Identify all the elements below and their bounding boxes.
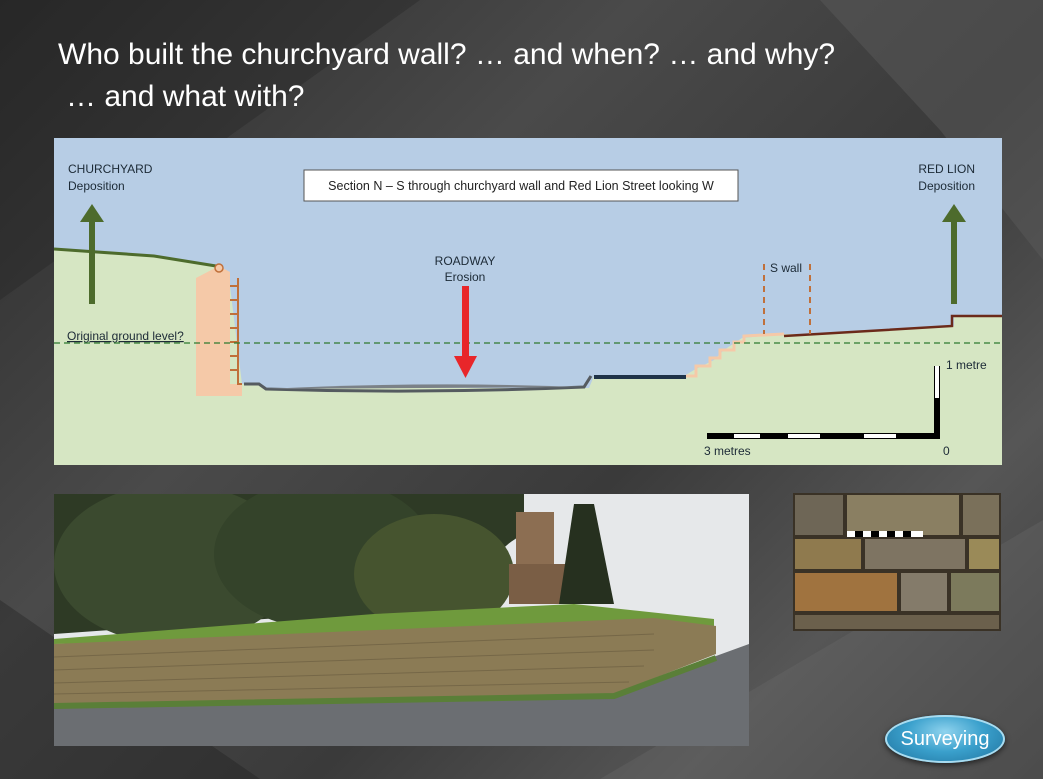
ground-level-label: Original ground level? xyxy=(67,329,184,343)
churchyard-sub: Deposition xyxy=(68,179,125,193)
scale-origin-label: 0 xyxy=(943,444,950,458)
slide-title: Who built the churchyard wall? … and whe… xyxy=(58,34,998,118)
caption-text: Section N – S through churchyard wall an… xyxy=(328,179,714,193)
scale-horizontal-label: 3 metres xyxy=(704,444,751,458)
redlion-label: RED LION xyxy=(918,162,975,176)
churchyard-label: CHURCHYARD xyxy=(68,162,153,176)
roadway-label: ROADWAY xyxy=(435,254,496,268)
scale-vertical-label: 1 metre xyxy=(946,358,987,372)
surveying-button[interactable]: Surveying xyxy=(885,715,1005,763)
churchyard-wall-photo xyxy=(54,494,749,746)
roadway-sub: Erosion xyxy=(445,270,486,284)
wall-coping xyxy=(214,263,224,273)
swall-label: S wall xyxy=(770,261,802,275)
title-line-2: … and what with? xyxy=(66,80,305,113)
cross-section-diagram: Section N – S through churchyard wall an… xyxy=(54,138,1002,465)
stone-detail-photo xyxy=(793,493,1001,631)
redlion-sub: Deposition xyxy=(918,179,975,193)
pavement xyxy=(594,375,686,379)
title-line-1: Who built the churchyard wall? … and whe… xyxy=(58,38,836,71)
